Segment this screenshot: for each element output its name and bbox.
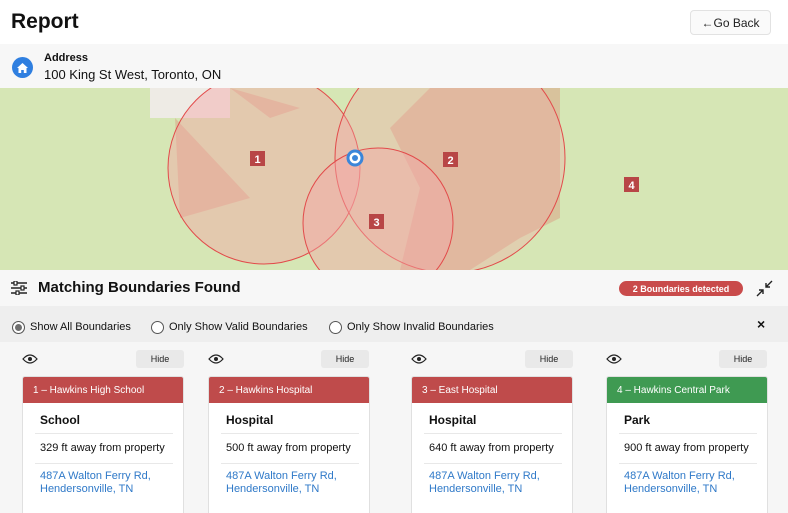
header-bar — [0, 0, 788, 44]
boundary-card-column: Hide 3 – East Hospital Hospital 640 ft a… — [411, 342, 581, 513]
divider — [35, 433, 173, 434]
radio-label: Show All Boundaries — [30, 321, 131, 333]
card-header: 2 – Hawkins Hospital — [209, 377, 369, 403]
map-marker-4[interactable]: 4 — [624, 177, 639, 192]
card-distance: 900 ft away from property — [624, 442, 749, 454]
svg-text:2: 2 — [447, 155, 453, 167]
card-address-link[interactable]: 487A Walton Ferry Rd, Hendersonville, TN — [226, 470, 366, 496]
boundary-card-column: Hide 1 – Hawkins High School School 329 … — [22, 342, 192, 513]
boundary-card[interactable]: 2 – Hawkins Hospital Hospital 500 ft awa… — [208, 376, 370, 513]
svg-text:3: 3 — [373, 217, 379, 229]
card-distance: 500 ft away from property — [226, 442, 351, 454]
map-marker-3[interactable]: 3 — [369, 214, 384, 229]
radio-dot[interactable] — [329, 320, 342, 334]
hide-button[interactable]: Hide — [321, 350, 369, 368]
map-marker-2[interactable]: 2 — [443, 152, 458, 167]
close-icon[interactable]: × — [757, 316, 765, 332]
boundary-map[interactable]: 1 2 3 4 — [0, 88, 788, 270]
address-value: 100 King St West, Toronto, ON — [44, 67, 222, 82]
collapse-arrows-icon[interactable] — [756, 280, 773, 297]
card-distance: 640 ft away from property — [429, 442, 554, 454]
divider — [424, 463, 562, 464]
eye-icon[interactable] — [411, 351, 427, 364]
hide-button[interactable]: Hide — [525, 350, 573, 368]
card-type: School — [40, 413, 81, 427]
home-icon — [12, 57, 33, 78]
divider — [35, 463, 173, 464]
boundaries-detected-badge: 2 Boundaries detected — [619, 281, 743, 296]
eye-icon[interactable] — [208, 351, 224, 364]
property-location-icon — [346, 149, 364, 167]
map-marker-1[interactable]: 1 — [250, 151, 265, 166]
card-address-link[interactable]: 487A Walton Ferry Rd, Hendersonville, TN — [40, 470, 180, 496]
radio-dot[interactable] — [151, 320, 164, 334]
divider — [619, 433, 757, 434]
hide-button[interactable]: Hide — [719, 350, 767, 368]
address-label: Address — [44, 52, 89, 64]
eye-icon[interactable] — [606, 351, 622, 364]
radio-show-valid[interactable]: Only Show Valid Boundaries — [151, 319, 308, 335]
radio-label: Only Show Valid Boundaries — [169, 321, 308, 333]
divider — [221, 433, 359, 434]
radio-show-invalid[interactable]: Only Show Invalid Boundaries — [329, 319, 494, 335]
divider — [424, 433, 562, 434]
divider — [221, 463, 359, 464]
svg-text:1: 1 — [254, 154, 260, 166]
go-back-button[interactable]: ←Go Back — [690, 10, 771, 35]
card-type: Park — [624, 413, 651, 427]
boundary-card-column: Hide 2 – Hawkins Hospital Hospital 500 f… — [208, 342, 378, 513]
card-address-link[interactable]: 487A Walton Ferry Rd, Hendersonville, TN — [429, 470, 569, 496]
card-type: Hospital — [429, 413, 477, 427]
card-header: 1 – Hawkins High School — [23, 377, 183, 403]
boundary-card[interactable]: 1 – Hawkins High School School 329 ft aw… — [22, 376, 184, 513]
divider — [619, 463, 757, 464]
card-header: 4 – Hawkins Central Park — [607, 377, 767, 403]
filter-sliders-icon[interactable] — [11, 280, 27, 296]
matches-title: Matching Boundaries Found — [38, 279, 241, 296]
card-distance: 329 ft away from property — [40, 442, 165, 454]
card-header: 3 – East Hospital — [412, 377, 572, 403]
boundary-card[interactable]: 4 – Hawkins Central Park Park 900 ft awa… — [606, 376, 768, 513]
boundary-card-column: Hide 4 – Hawkins Central Park Park 900 f… — [606, 342, 776, 513]
boundary-card[interactable]: 3 – East Hospital Hospital 640 ft away f… — [411, 376, 573, 513]
eye-icon[interactable] — [22, 351, 38, 364]
hide-button[interactable]: Hide — [136, 350, 184, 368]
radio-show-all[interactable]: Show All Boundaries — [12, 319, 131, 335]
svg-text:4: 4 — [628, 180, 635, 192]
page-title: Report — [11, 10, 79, 33]
radio-label: Only Show Invalid Boundaries — [347, 321, 494, 333]
radio-dot[interactable] — [12, 320, 25, 334]
card-type: Hospital — [226, 413, 274, 427]
card-address-link[interactable]: 487A Walton Ferry Rd, Hendersonville, TN — [624, 470, 764, 496]
